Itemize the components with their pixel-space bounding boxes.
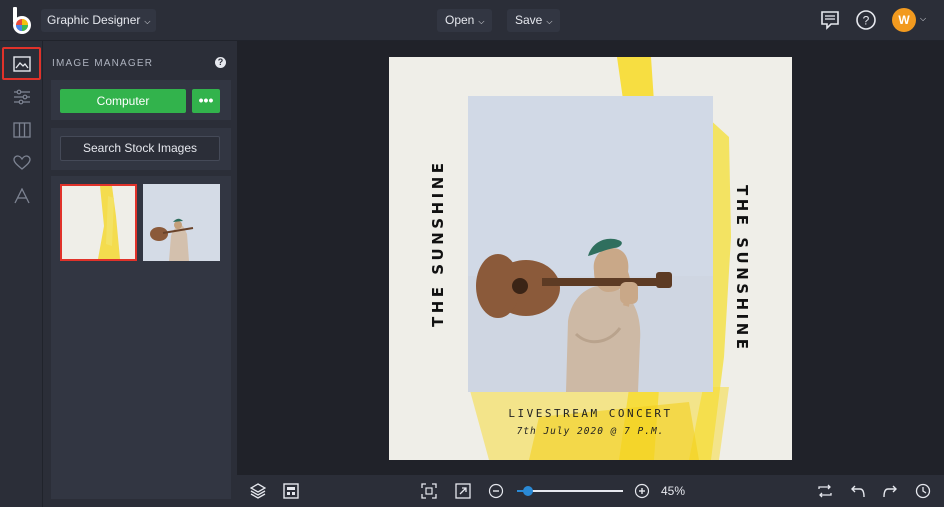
history-clock-icon[interactable] [915, 483, 931, 499]
graphics-tab[interactable] [2, 146, 41, 179]
template-layout-icon[interactable] [283, 483, 299, 499]
image-icon [12, 55, 31, 72]
save-label: Save [515, 13, 543, 27]
save-dropdown[interactable]: Save ⌵ [507, 9, 561, 32]
text-tab[interactable] [2, 179, 41, 212]
event-date[interactable]: 7th July 2020 @ 7 P.M. [389, 426, 792, 437]
image-manager-panel: IMAGE MANAGER ? Computer ••• Search Stoc… [43, 41, 237, 507]
open-dropdown[interactable]: Open ⌵ [437, 9, 493, 32]
zoom-slider-handle[interactable] [522, 486, 533, 496]
undo-icon[interactable] [850, 483, 866, 499]
chevron-down-icon: ⌵ [546, 17, 553, 26]
redo-icon[interactable] [882, 483, 898, 499]
more-upload-options-button[interactable]: ••• [192, 89, 220, 113]
search-stock-images-button[interactable]: Search Stock Images [60, 136, 220, 161]
sliders-icon [13, 89, 30, 104]
top-bar: Graphic Designer ⌵ Open ⌵ Save ⌵ ? W ⌵ [0, 0, 944, 41]
vertical-title-left[interactable]: THE SUNSHINE [429, 159, 447, 327]
open-label: Open [445, 13, 475, 27]
user-avatar[interactable]: W [892, 8, 916, 32]
adjust-tab[interactable] [2, 80, 41, 113]
chevron-down-icon[interactable]: ⌵ [920, 14, 926, 24]
design-canvas[interactable]: THE SUNSHINE THE SUNSHINE LIVESTREAM CON… [389, 57, 792, 460]
guitar-photo-thumbnail [143, 184, 220, 261]
columns-icon [12, 121, 31, 138]
chevron-down-icon: ⌵ [478, 17, 485, 26]
chevron-down-icon: ⌵ [144, 17, 151, 26]
thumbnail-yellow-texture[interactable] [60, 184, 137, 261]
guitarist-photo[interactable] [468, 96, 713, 392]
layers-icon[interactable] [250, 483, 266, 499]
thumbnail-guitar-photo[interactable] [143, 184, 220, 261]
help-icon[interactable]: ? [215, 57, 226, 68]
app-switcher-label: Graphic Designer [47, 13, 141, 27]
fit-to-screen-icon[interactable] [421, 483, 437, 499]
expand-icon[interactable] [455, 483, 471, 499]
image-manager-tab[interactable] [2, 47, 41, 80]
zoom-percentage: 45% [661, 484, 686, 498]
feedback-chat-icon[interactable] [819, 9, 841, 31]
zoom-in-icon[interactable] [634, 483, 650, 499]
bottom-toolbar: 45% [237, 475, 944, 507]
zoom-slider-track[interactable] [517, 490, 623, 492]
guitarist-photo-image [468, 96, 713, 392]
event-subtitle[interactable]: LIVESTREAM CONCERT [389, 407, 792, 420]
help-circle-icon[interactable]: ? [855, 9, 877, 31]
panel-title: IMAGE MANAGER [52, 58, 154, 69]
tool-rail [0, 41, 43, 507]
zoom-out-icon[interactable] [488, 483, 504, 499]
svg-text:?: ? [863, 14, 870, 28]
swap-icon[interactable] [817, 483, 833, 499]
yellow-paint-thumbnail [62, 186, 135, 259]
layout-tab[interactable] [2, 113, 41, 146]
text-icon [13, 187, 30, 203]
heart-icon [12, 154, 31, 170]
vertical-title-right[interactable]: THE SUNSHINE [733, 185, 751, 353]
app-logo-icon[interactable] [10, 7, 34, 35]
computer-upload-button[interactable]: Computer [60, 89, 186, 113]
app-switcher-dropdown[interactable]: Graphic Designer ⌵ [41, 9, 157, 32]
